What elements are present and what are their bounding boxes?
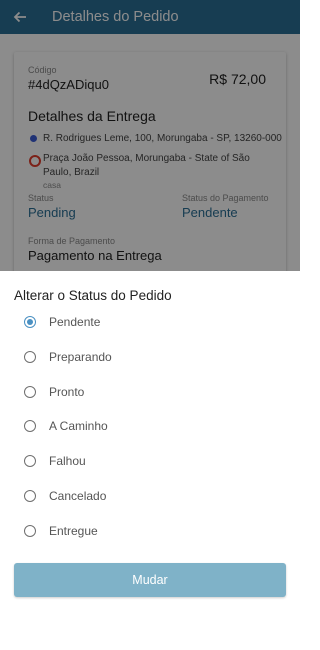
option-label: Pronto xyxy=(49,385,85,399)
option-label: Pendente xyxy=(49,315,101,329)
option-label: Preparando xyxy=(49,350,112,364)
change-status-button[interactable]: Mudar xyxy=(14,563,286,597)
status-option-a-caminho[interactable]: A Caminho xyxy=(24,413,264,439)
sheet-title: Alterar o Status do Pedido xyxy=(14,288,172,303)
radio-icon[interactable] xyxy=(24,525,36,537)
status-bottom-sheet: Alterar o Status do Pedido Pendente Prep… xyxy=(0,271,300,650)
radio-icon[interactable] xyxy=(24,386,36,398)
option-label: Entregue xyxy=(49,524,98,538)
status-option-pronto[interactable]: Pronto xyxy=(24,379,264,405)
radio-icon[interactable] xyxy=(24,351,36,363)
option-label: Cancelado xyxy=(49,489,107,503)
radio-icon[interactable] xyxy=(24,490,36,502)
status-option-cancelado[interactable]: Cancelado xyxy=(24,483,264,509)
status-option-pendente[interactable]: Pendente xyxy=(24,309,264,335)
radio-icon[interactable] xyxy=(24,420,36,432)
status-option-falhou[interactable]: Falhou xyxy=(24,448,264,474)
status-option-entregue[interactable]: Entregue xyxy=(24,518,264,544)
radio-selected-icon[interactable] xyxy=(24,316,36,328)
radio-icon[interactable] xyxy=(24,455,36,467)
status-option-preparando[interactable]: Preparando xyxy=(24,344,264,370)
option-label: Falhou xyxy=(49,454,86,468)
option-label: A Caminho xyxy=(49,419,108,433)
